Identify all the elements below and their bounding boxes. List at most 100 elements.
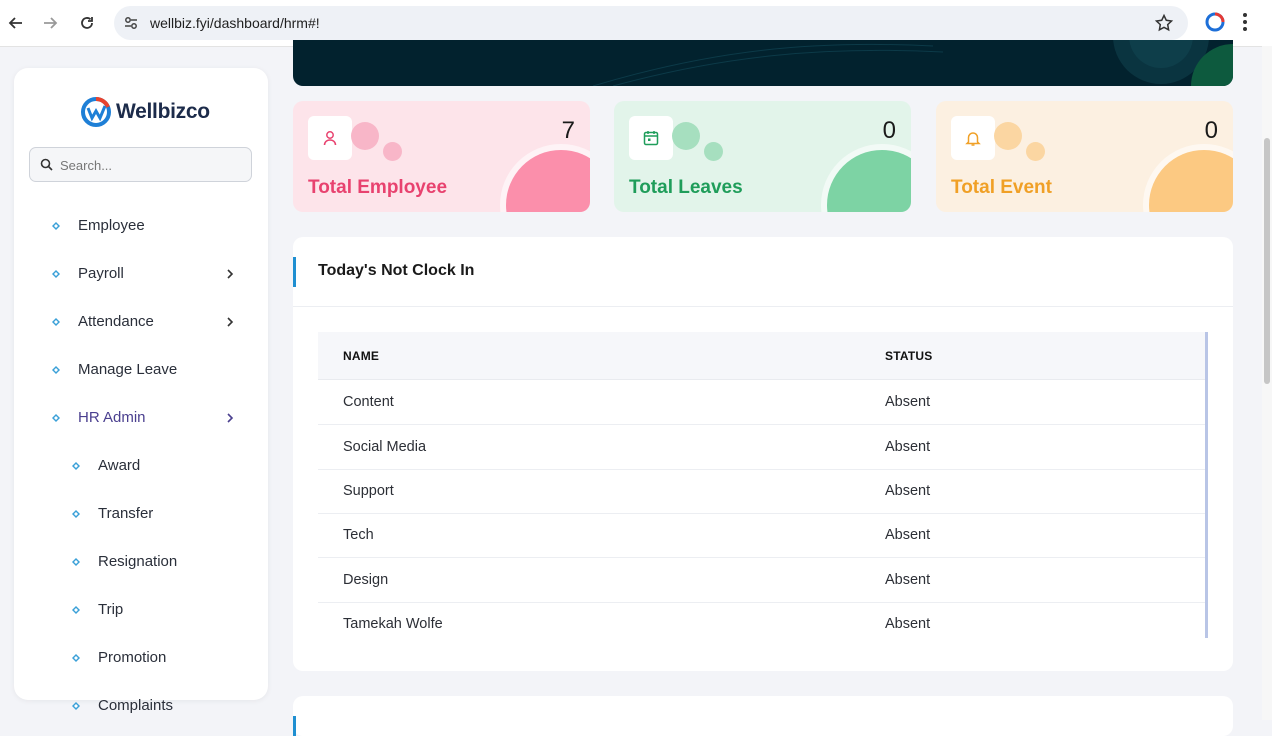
site-settings-icon[interactable]: [122, 14, 140, 37]
cell-status: Absent: [885, 394, 931, 410]
stat-label: Total Employee: [308, 177, 448, 198]
sidebar-item-label: Resignation: [98, 553, 178, 570]
sidebar-item-manage-leave[interactable]: Manage Leave: [14, 352, 268, 388]
logo-text: Wellbizco: [116, 100, 210, 123]
bullet-icon: [72, 654, 80, 662]
stat-label: Total Leaves: [629, 177, 743, 198]
bullet-icon: [72, 510, 80, 518]
bullet-icon: [52, 366, 60, 374]
table-row[interactable]: Content Absent: [318, 380, 1205, 425]
banner-decoration: [592, 40, 1233, 86]
stat-card-total-employee[interactable]: 7 Total Employee: [293, 101, 590, 212]
reload-button[interactable]: [74, 10, 100, 36]
search-input[interactable]: [58, 154, 242, 176]
sidebar-subitem-promotion[interactable]: Promotion: [14, 640, 268, 676]
extension-icon[interactable]: [1205, 12, 1225, 37]
bullet-icon: [52, 318, 60, 326]
table-header: NAME STATUS: [318, 332, 1205, 380]
decor-bubble: [1026, 142, 1045, 161]
table-row[interactable]: Tech Absent: [318, 513, 1205, 558]
stat-value: 0: [1204, 117, 1218, 144]
cell-status: Absent: [885, 483, 931, 499]
not-clocked-in-panel: Today's Not Clock In NAME STATUS Content…: [293, 237, 1233, 671]
cell-name: Support: [343, 483, 394, 499]
table-row[interactable]: Tamekah Wolfe Absent: [318, 602, 1205, 646]
forward-button[interactable]: [37, 10, 63, 36]
stat-card-total-event[interactable]: 0 Total Event: [936, 101, 1233, 212]
cell-name: Tech: [343, 527, 374, 543]
bullet-icon: [52, 270, 60, 278]
table-row[interactable]: Support Absent: [318, 469, 1205, 514]
card-icon-box: [308, 116, 352, 160]
sidebar-subitem-complaints[interactable]: Complaints: [14, 688, 268, 724]
url-text[interactable]: wellbiz.fyi/dashboard/hrm#!: [150, 15, 320, 31]
sidebar-item-label: Award: [98, 457, 141, 474]
browser-menu-icon[interactable]: [1242, 12, 1248, 37]
sidebar-subitem-transfer[interactable]: Transfer: [14, 496, 268, 532]
search-icon: [40, 158, 53, 176]
card-icon-box: [951, 116, 995, 160]
sidebar-item-employee[interactable]: Employee: [14, 208, 268, 244]
brand-logo[interactable]: Wellbizco: [80, 96, 210, 128]
decor-bubble: [383, 142, 402, 161]
wellbizco-logo-icon: [81, 97, 111, 127]
user-icon: [323, 131, 337, 146]
sidebar-item-label: Employee: [78, 217, 145, 234]
sidebar-item-label: HR Admin: [78, 409, 146, 426]
reload-icon: [81, 17, 93, 29]
sidebar-search[interactable]: [29, 147, 252, 182]
bookmark-star-icon[interactable]: [1154, 13, 1174, 38]
sidebar-subitem-trip[interactable]: Trip: [14, 592, 268, 628]
dashboard-banner: [293, 40, 1233, 86]
page-scrollbar[interactable]: [1262, 46, 1272, 720]
bullet-icon: [72, 558, 80, 566]
sidebar-item-payroll[interactable]: Payroll: [14, 256, 268, 292]
bell-icon: [965, 132, 981, 146]
sidebar-item-label: Manage Leave: [78, 361, 178, 378]
bullet-icon: [72, 606, 80, 614]
bullet-icon: [72, 462, 80, 470]
sidebar-item-hr-admin[interactable]: HR Admin: [14, 400, 268, 436]
decor-bubble: [672, 122, 700, 150]
sidebar-item-label: Trip: [98, 601, 124, 618]
arrow-right-icon: [44, 17, 58, 29]
card-icon-box: [629, 116, 673, 160]
table-row[interactable]: Design Absent: [318, 558, 1205, 603]
stat-label: Total Event: [951, 177, 1052, 198]
sidebar-item-label: Payroll: [78, 265, 124, 282]
stat-value: 0: [882, 117, 896, 144]
bullet-icon: [52, 222, 60, 230]
stat-card-total-leaves[interactable]: 0 Total Leaves: [614, 101, 911, 212]
decor-bubble: [704, 142, 723, 161]
column-header-status[interactable]: STATUS: [885, 349, 932, 363]
cell-status: Absent: [885, 572, 931, 588]
sidebar-item-label: Transfer: [98, 505, 154, 522]
chevron-right-icon: [227, 413, 234, 423]
cell-name: Tamekah Wolfe: [343, 616, 443, 632]
cell-status: Absent: [885, 616, 931, 632]
sidebar: Wellbizco Employee Payroll Attendance Ma…: [14, 68, 268, 700]
sidebar-item-attendance[interactable]: Attendance: [14, 304, 268, 340]
stat-value: 7: [561, 117, 575, 144]
decor-bubble: [994, 122, 1022, 150]
panel-title: Today's Not Clock In: [318, 262, 475, 279]
bullet-icon: [72, 702, 80, 710]
cell-name: Social Media: [343, 439, 427, 455]
table-row[interactable]: Social Media Absent: [318, 425, 1205, 470]
next-panel: [293, 696, 1233, 736]
cell-status: Absent: [885, 527, 931, 543]
back-button[interactable]: [3, 10, 29, 36]
arrow-left-icon: [8, 17, 22, 29]
panel-accent-bar: [293, 716, 296, 736]
chevron-right-icon: [227, 317, 234, 327]
calendar-icon: [643, 131, 659, 146]
sidebar-subitem-award[interactable]: Award: [14, 448, 268, 484]
table-scrollbar[interactable]: [1205, 332, 1208, 638]
page-scrollbar-thumb[interactable]: [1264, 138, 1270, 384]
column-header-name[interactable]: NAME: [343, 349, 379, 363]
sidebar-subitem-resignation[interactable]: Resignation: [14, 544, 268, 580]
not-clocked-in-table: NAME STATUS Content Absent Social Media …: [318, 332, 1208, 646]
address-bar[interactable]: wellbiz.fyi/dashboard/hrm#!: [114, 6, 1188, 40]
sidebar-item-label: Attendance: [78, 313, 154, 330]
bullet-icon: [52, 414, 60, 422]
